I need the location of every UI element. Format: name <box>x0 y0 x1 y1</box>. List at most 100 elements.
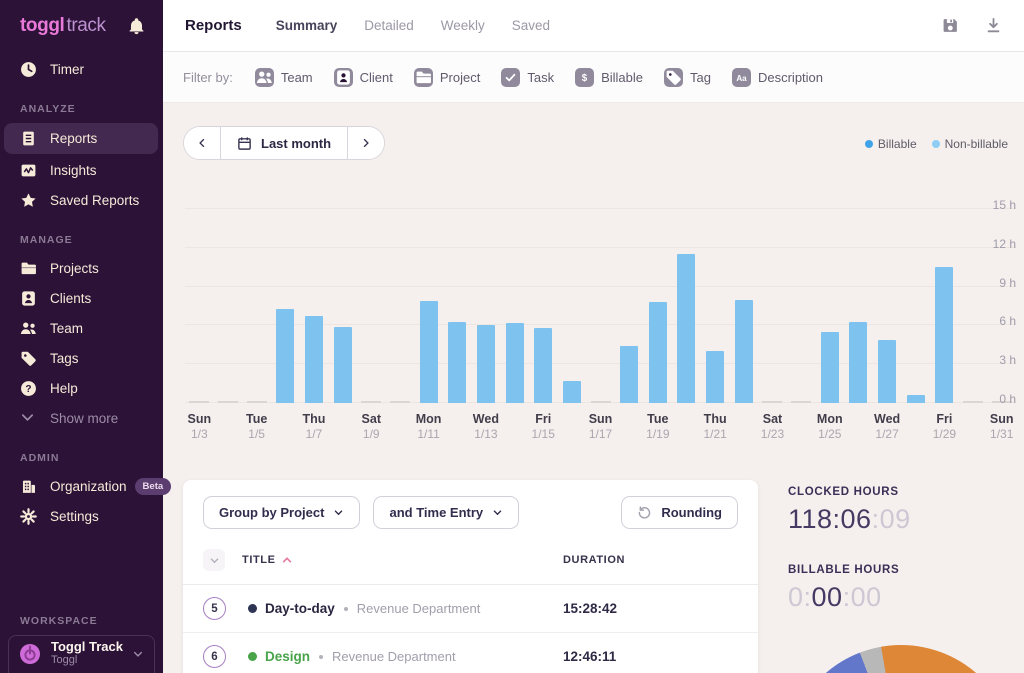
date-range-button[interactable]: Last month <box>220 127 349 159</box>
legend-item-non-billable[interactable]: Non-billable <box>931 137 1008 151</box>
sidebar-section-heading: ANALYZE <box>20 103 76 115</box>
filter-chip-task[interactable]: Task <box>501 67 554 87</box>
notifications-bell-icon[interactable] <box>128 17 145 35</box>
sidebar-item-clients[interactable]: Clients <box>4 284 158 312</box>
x-axis-day: Sun <box>989 412 1014 426</box>
y-axis-tick-label: 12 h <box>992 236 1016 251</box>
bar-1/12[interactable] <box>448 321 467 403</box>
bar-1/11[interactable] <box>419 300 438 403</box>
legend-item-billable[interactable]: Billable <box>864 137 917 151</box>
chart-day-slot: Sun 1/3 <box>185 209 214 441</box>
bar-1/21[interactable] <box>706 351 725 403</box>
filter-chip-client[interactable]: Client <box>333 67 393 87</box>
sidebar-item-show-more[interactable]: Show more <box>4 404 158 432</box>
bar-1/22[interactable] <box>734 299 753 403</box>
sidebar-item-label: Timer <box>50 61 84 77</box>
rounding-button[interactable]: Rounding <box>621 496 738 529</box>
x-axis-date: 1/23 <box>760 427 785 441</box>
dollar-icon: $ <box>575 67 595 87</box>
chart-day-slot <box>844 209 873 403</box>
filter-chip-label: Tag <box>690 69 711 85</box>
project-client: Revenue Department <box>356 601 481 616</box>
sidebar-item-reports[interactable]: Reports <box>4 123 158 154</box>
prev-period-button[interactable] <box>184 127 220 159</box>
next-period-button[interactable] <box>348 127 385 159</box>
table-row-day-to-day[interactable]: 5 Day-to-day Revenue Department 15:28:42 <box>183 585 758 633</box>
y-axis-tick-label: 9 h <box>999 275 1016 290</box>
group-by-dropdown[interactable]: Group by Project <box>203 496 361 529</box>
chart-day-slot: Fri 1/15 <box>529 209 558 441</box>
workspace-name: Toggl Track <box>51 639 123 654</box>
table-row-design[interactable]: 6 Design Revenue Department 12:46:11 <box>183 633 758 673</box>
x-axis-label: Sat 1/23 <box>761 412 784 442</box>
toggl-logo[interactable]: toggl track <box>20 15 106 37</box>
bar-1/6[interactable] <box>276 308 295 403</box>
x-axis-day: Sun <box>588 412 613 426</box>
zero-bar-1/23 <box>762 401 783 403</box>
sidebar-item-saved-reports[interactable]: Saved Reports <box>4 186 158 214</box>
sidebar-item-team[interactable]: Team <box>4 314 158 342</box>
group-count-badge[interactable]: 5 <box>203 597 226 620</box>
filter-chip-tag[interactable]: Tag <box>664 67 711 87</box>
x-axis-label: Mon 1/11 <box>416 412 442 442</box>
x-axis-date: 1/11 <box>417 427 440 441</box>
bar-1/7[interactable] <box>304 316 323 403</box>
tab-saved[interactable]: Saved <box>512 18 550 33</box>
bar-1/27[interactable] <box>878 339 897 403</box>
tab-detailed[interactable]: Detailed <box>364 18 414 33</box>
sidebar-item-projects[interactable]: Projects <box>4 254 158 282</box>
filter-chip-description[interactable]: Aa Description <box>731 67 823 87</box>
chart-day-slot: Fri 1/29 <box>930 209 959 441</box>
workspace-switcher[interactable]: Toggl Track Toggl <box>8 635 155 673</box>
chart-plot-area: Sun 1/3 Tue 1/5 Thu 1/7 Sat 1/9 Mon 1/11 Wed 1/13 Fr… <box>185 209 1016 441</box>
bar-1/16[interactable] <box>562 381 581 403</box>
sidebar-item-timer[interactable]: Timer <box>4 55 158 83</box>
tab-summary[interactable]: Summary <box>276 18 338 33</box>
help-icon: ? <box>20 380 37 397</box>
sidebar-section-heading: MANAGE <box>20 234 73 246</box>
download-icon[interactable] <box>985 17 1002 34</box>
sidebar-item-tags[interactable]: Tags <box>4 344 158 372</box>
column-header-title[interactable]: TITLE <box>242 554 292 566</box>
filter-chip-billable[interactable]: $ Billable <box>575 67 644 87</box>
bar-1/25[interactable] <box>820 331 839 403</box>
bar-1/18[interactable] <box>620 346 639 403</box>
save-icon[interactable] <box>942 17 959 34</box>
filter-chip-team[interactable]: Team <box>254 67 313 87</box>
page-title: Reports <box>185 17 242 34</box>
person-icon <box>20 290 37 307</box>
sidebar-item-organization[interactable]: Organization Beta <box>4 472 172 500</box>
bar-1/26[interactable] <box>849 321 868 403</box>
sidebar-item-insights[interactable]: Insights <box>4 156 158 184</box>
sidebar-item-settings[interactable]: Settings <box>4 502 158 530</box>
bar-1/8[interactable] <box>333 326 352 403</box>
x-axis-date: 1/13 <box>474 427 498 441</box>
column-header-duration[interactable]: DURATION <box>563 554 625 566</box>
x-axis-label: Sun 1/3 <box>188 412 212 442</box>
group-count-badge[interactable]: 6 <box>203 645 226 668</box>
chart-day-slot <box>729 209 758 403</box>
filter-chip-label: Billable <box>601 69 644 85</box>
bar-1/28[interactable] <box>906 395 925 403</box>
stats-panel: CLOCKED HOURS 118:06:09 BILLABLE HOURS 0… <box>788 486 1008 613</box>
filter-chip-project[interactable]: Project <box>413 67 480 87</box>
bar-1/20[interactable] <box>677 254 696 403</box>
x-axis-day: Thu <box>703 412 727 426</box>
star-icon <box>20 192 37 209</box>
sidebar-item-help[interactable]: ? Help <box>4 374 158 402</box>
stat-value-part: 118:06 <box>788 504 872 534</box>
bar-1/19[interactable] <box>648 302 667 403</box>
bar-1/13[interactable] <box>476 325 495 403</box>
calendar-icon <box>237 136 252 151</box>
projects-pie-chart <box>786 645 1016 673</box>
rounding-icon <box>637 505 652 520</box>
x-axis-day: Wed <box>472 412 499 426</box>
bar-1/29[interactable] <box>935 267 954 403</box>
bar-1/15[interactable] <box>534 328 553 403</box>
sidebar-header: toggl track <box>0 0 163 37</box>
sidebar-item-label: Organization <box>50 478 127 494</box>
sub-group-dropdown[interactable]: and Time Entry <box>373 496 520 529</box>
collapse-all-button[interactable] <box>203 549 225 571</box>
bar-1/14[interactable] <box>505 322 524 403</box>
tab-weekly[interactable]: Weekly <box>441 18 485 33</box>
